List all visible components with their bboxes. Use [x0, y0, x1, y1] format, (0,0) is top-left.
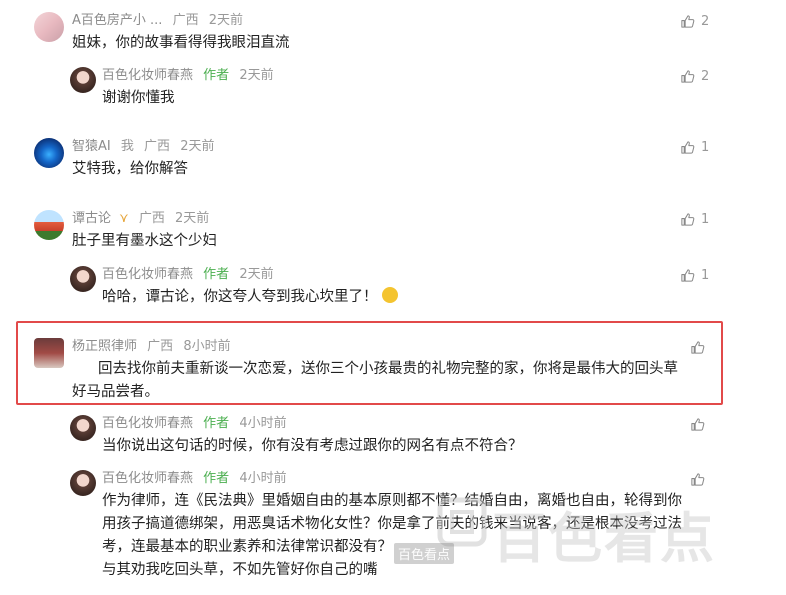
- badge-icon: ⋎: [119, 211, 129, 226]
- comment-text: 姐妹，你的故事看得得我眼泪直流: [72, 35, 290, 51]
- thumbs-up-icon: [681, 14, 695, 28]
- avatar[interactable]: [34, 338, 64, 368]
- comment-time: 2天前: [208, 13, 244, 28]
- commenter-name[interactable]: 百色化妆师春燕: [102, 416, 193, 431]
- like-button[interactable]: [690, 415, 705, 433]
- thumbs-up-icon: [681, 268, 695, 282]
- commenter-name[interactable]: A百色房产小 ...: [72, 13, 162, 28]
- me-tag: 我: [120, 139, 134, 154]
- comment-time: 4小时前: [239, 471, 287, 486]
- avatar[interactable]: [34, 210, 64, 240]
- comment-time: 2天前: [174, 211, 210, 226]
- author-badge: 作者: [203, 267, 230, 282]
- avatar[interactable]: [70, 266, 96, 292]
- comment-text-line: 与其劝我吃回头草，不如先管好你自己的嘴: [102, 562, 378, 578]
- comment-text: 艾特我，给你解答: [72, 161, 188, 177]
- comment-time: 8小时前: [183, 339, 231, 354]
- comment-time: 2天前: [180, 139, 215, 154]
- commenter-name[interactable]: 智猿AI: [72, 139, 111, 154]
- comment-time: 2天前: [239, 68, 274, 83]
- author-badge: 作者: [203, 471, 230, 486]
- commenter-name[interactable]: 百色化妆师春燕: [102, 267, 193, 282]
- comment-time: 4小时前: [239, 416, 287, 431]
- author-badge: 作者: [203, 68, 230, 83]
- comment-text-line: 回去找你前夫重新谈一次恋爱，送你三个小孩最贵的礼物完整的家，你将是最伟大的回头草: [98, 361, 678, 377]
- like-button[interactable]: [690, 338, 705, 356]
- like-button[interactable]: 1: [680, 266, 709, 284]
- like-button[interactable]: 2: [680, 67, 709, 85]
- thumbs-up-icon: [681, 69, 695, 83]
- like-button[interactable]: 1: [680, 210, 709, 228]
- commenter-name[interactable]: 杨正照律师: [72, 339, 137, 354]
- thumbs-up-icon: [691, 417, 705, 431]
- thumbs-up-icon: [691, 340, 705, 354]
- like-button[interactable]: [690, 470, 705, 488]
- avatar[interactable]: [34, 138, 64, 168]
- comment-text: 肚子里有墨水这个少妇: [72, 233, 217, 249]
- commenter-name[interactable]: 百色化妆师春燕: [102, 68, 193, 83]
- watermark-label: 百色看点: [394, 543, 455, 564]
- like-count: 1: [701, 267, 710, 283]
- commenter-location: 广西: [138, 211, 165, 226]
- like-count: 2: [701, 68, 710, 84]
- commenter-name[interactable]: 百色化妆师春燕: [102, 471, 193, 486]
- thumbs-up-icon: [681, 212, 695, 226]
- thumbs-up-icon: [691, 472, 705, 486]
- avatar[interactable]: [70, 67, 96, 93]
- like-button[interactable]: 1: [680, 138, 709, 156]
- like-count: 2: [701, 13, 710, 29]
- commenter-name[interactable]: 谭古论: [72, 211, 111, 226]
- watermark-text: 百色看点: [492, 507, 716, 570]
- comment-text: 当你说出这句话的时候，你有没有考虑过跟你的网名有点不符合？: [102, 438, 523, 454]
- avatar[interactable]: [70, 415, 96, 441]
- thumbs-up-icon: [681, 140, 695, 154]
- comment-text-line: 好马品尝者。: [72, 384, 159, 400]
- commenter-location: 广西: [172, 13, 199, 28]
- author-badge: 作者: [203, 416, 230, 431]
- avatar[interactable]: [34, 12, 64, 42]
- watermark-logo-icon: [437, 497, 487, 547]
- commenter-location: 广西: [144, 139, 171, 154]
- like-button[interactable]: 2: [680, 12, 709, 30]
- avatar[interactable]: [70, 470, 96, 496]
- commenter-location: 广西: [147, 339, 174, 354]
- comment-time: 2天前: [239, 267, 274, 282]
- like-count: 1: [701, 211, 710, 227]
- comment-text: 哈哈，谭古论，你这夸人夸到我心坎里了！: [102, 289, 378, 305]
- thinking-emoji-icon: [381, 287, 398, 303]
- like-count: 1: [701, 139, 710, 155]
- comment-text: 谢谢你懂我: [102, 90, 175, 106]
